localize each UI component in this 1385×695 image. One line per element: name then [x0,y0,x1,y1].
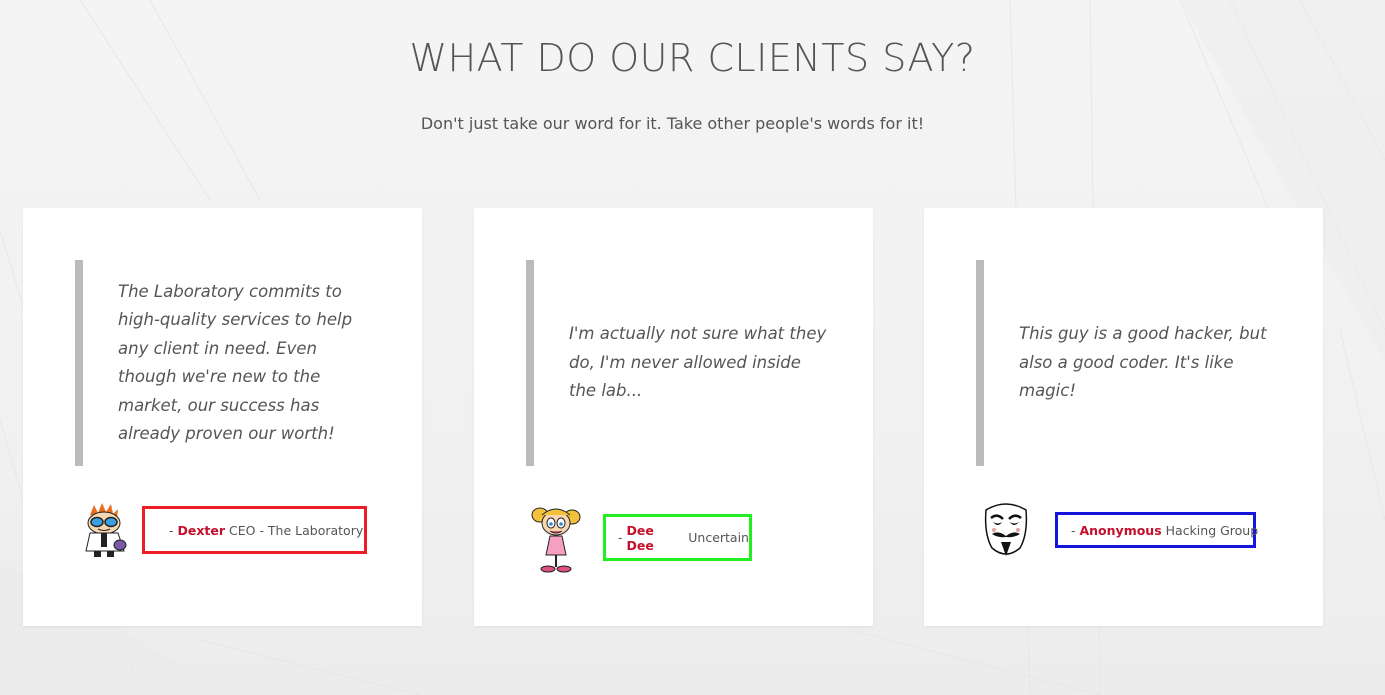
testimonial-card-anonymous: This guy is a good hacker, but also a go… [924,208,1323,626]
testimonial-card-deedee: I'm actually not sure what they do, I'm … [474,208,873,626]
quote-bar [526,260,534,466]
attribution-deedee: - Dee Dee Uncertain [603,514,752,561]
author-row: - Dexter CEO - The Laboratory [79,500,367,560]
section-subtitle: Don't just take our word for it. Take ot… [420,114,925,133]
section-title: WHAT DO OUR CLIENTS SAY? [409,36,976,80]
dexter-avatar-icon [79,500,131,560]
blockquote: The Laboratory commits to high-quality s… [118,260,378,466]
client-role: Uncertain [684,530,749,545]
client-name: Dee Dee [626,522,654,553]
blockquote: This guy is a good hacker, but also a go… [1019,260,1279,466]
attribution-anonymous: - Anonymous Hacking Group [1055,512,1259,548]
attribution-dexter: - Dexter CEO - The Laboratory [142,506,367,554]
deedee-avatar-icon [530,501,582,572]
quote-bar [75,260,83,466]
quote-bar [976,260,984,466]
client-name: Dexter [177,522,226,538]
testimonial-card-dexter: The Laboratory commits to high-quality s… [23,208,422,626]
client-name: Anonymous [1079,522,1162,538]
attribution-dash: - [169,522,178,538]
anonymous-mask-icon [980,500,1032,560]
author-row: - Anonymous Hacking Group [980,500,1259,560]
quote-text: This guy is a good hacker, but also a go… [1019,324,1267,401]
quote-text: I'm actually not sure what they do, I'm … [569,324,827,401]
quote-text: The Laboratory commits to high-quality s… [118,281,353,444]
attribution-dash: - [1071,522,1080,538]
client-role: Hacking Group [1161,522,1259,538]
blockquote: I'm actually not sure what they do, I'm … [569,260,829,466]
client-role: CEO - The Laboratory [225,522,364,538]
attribution-dash: - [618,530,627,545]
author-row: - Dee Dee Uncertain [530,500,752,572]
